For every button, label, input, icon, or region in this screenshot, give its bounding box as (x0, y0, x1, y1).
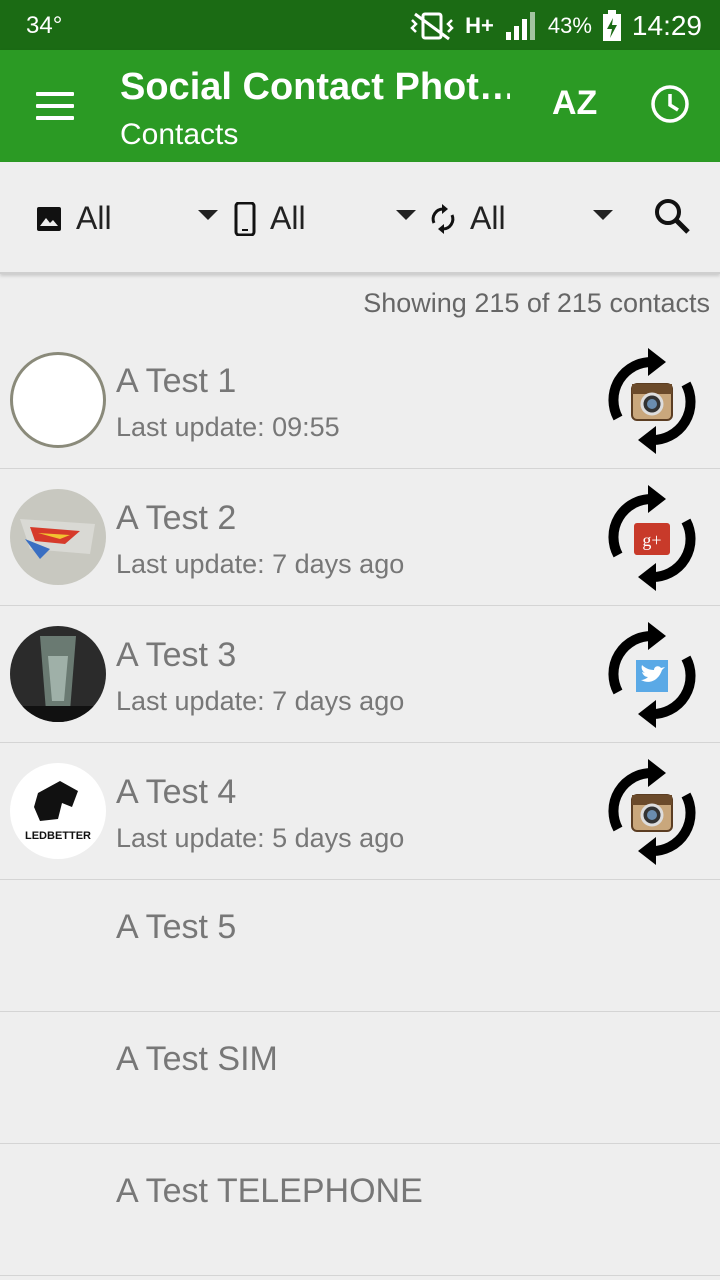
contact-last-update: Last update: 09:55 (116, 412, 340, 442)
contact-row[interactable]: A Test SIM (0, 1012, 720, 1144)
avatar-text: LEDBETTER (25, 830, 91, 842)
contact-last-update: Last update: 7 days ago (116, 686, 405, 716)
avatar (10, 489, 106, 585)
temperature-text: 34° (26, 12, 63, 39)
filter-sync-value: All (470, 200, 506, 236)
contact-name: A Test 5 (116, 908, 237, 946)
google-plus-sync-icon[interactable]: g+ (608, 485, 696, 591)
status-bar: 34° H+ 43% 14:29 (0, 0, 720, 50)
search-icon[interactable] (654, 198, 692, 236)
avatar (10, 352, 106, 448)
filter-sync-dropdown-icon[interactable] (593, 210, 613, 220)
image-icon (37, 206, 61, 231)
menu-icon[interactable] (36, 92, 74, 120)
filter-photo-dropdown-icon[interactable] (198, 210, 218, 220)
contact-last-update: Last update: 7 days ago (116, 549, 405, 579)
filter-photo[interactable]: All (36, 200, 112, 237)
vibrate-icon (410, 12, 454, 41)
battery-percent-text: 43% (547, 13, 592, 38)
twitter-sync-icon[interactable] (608, 622, 696, 728)
svg-text:g+: g+ (642, 530, 661, 550)
contact-name: A Test 2 (116, 499, 237, 537)
contact-row[interactable]: A Test 5 (0, 880, 720, 1012)
contact-name: A Test SIM (116, 1040, 278, 1078)
sync-icon (431, 203, 455, 234)
contact-row[interactable]: A Test 3 Last update: 7 days ago (0, 606, 720, 743)
contact-last-update: Last update: 5 days ago (116, 823, 405, 853)
signal-icon (505, 12, 535, 40)
contact-row[interactable]: A Test 2 Last update: 7 days ago g+ (0, 469, 720, 606)
contact-name: A Test 1 (116, 362, 237, 400)
battery-charging-icon (602, 10, 621, 41)
filter-bar: All All All (0, 162, 720, 274)
clock-text: 14:29 (631, 10, 702, 41)
app-title: Social Contact Phot… (120, 66, 510, 108)
avatar: LEDBETTER (10, 763, 106, 859)
app-bar: Social Contact Phot… Contacts AZ (0, 50, 720, 162)
network-type-text: H+ (465, 13, 494, 38)
contact-name: A Test 3 (116, 636, 237, 674)
filter-photo-value: All (76, 200, 112, 236)
sort-az-button[interactable]: AZ (552, 84, 597, 123)
filter-device-value: All (270, 200, 306, 236)
contacts-count-text: Showing 215 of 215 contacts (363, 288, 710, 318)
filter-device[interactable]: All (234, 200, 306, 237)
contact-name: A Test TELEPHONE (116, 1172, 423, 1210)
contact-row[interactable]: A Test 1 Last update: 09:55 (0, 332, 720, 469)
contact-name: A Test 4 (116, 773, 237, 811)
filter-sync[interactable]: All (430, 200, 506, 237)
sort-az-icon: AZ (552, 84, 598, 122)
contact-row[interactable]: A Test TELEPHONE (0, 1144, 720, 1276)
phone-icon (234, 201, 256, 236)
filter-device-dropdown-icon[interactable] (396, 210, 416, 220)
avatar (10, 626, 106, 722)
contact-row[interactable]: LEDBETTER A Test 4 Last update: 5 days a… (0, 743, 720, 880)
instagram-sync-icon[interactable] (608, 759, 696, 865)
recent-clock-icon[interactable] (650, 84, 690, 124)
page-subtitle: Contacts (120, 118, 239, 151)
instagram-sync-icon[interactable] (608, 348, 696, 454)
